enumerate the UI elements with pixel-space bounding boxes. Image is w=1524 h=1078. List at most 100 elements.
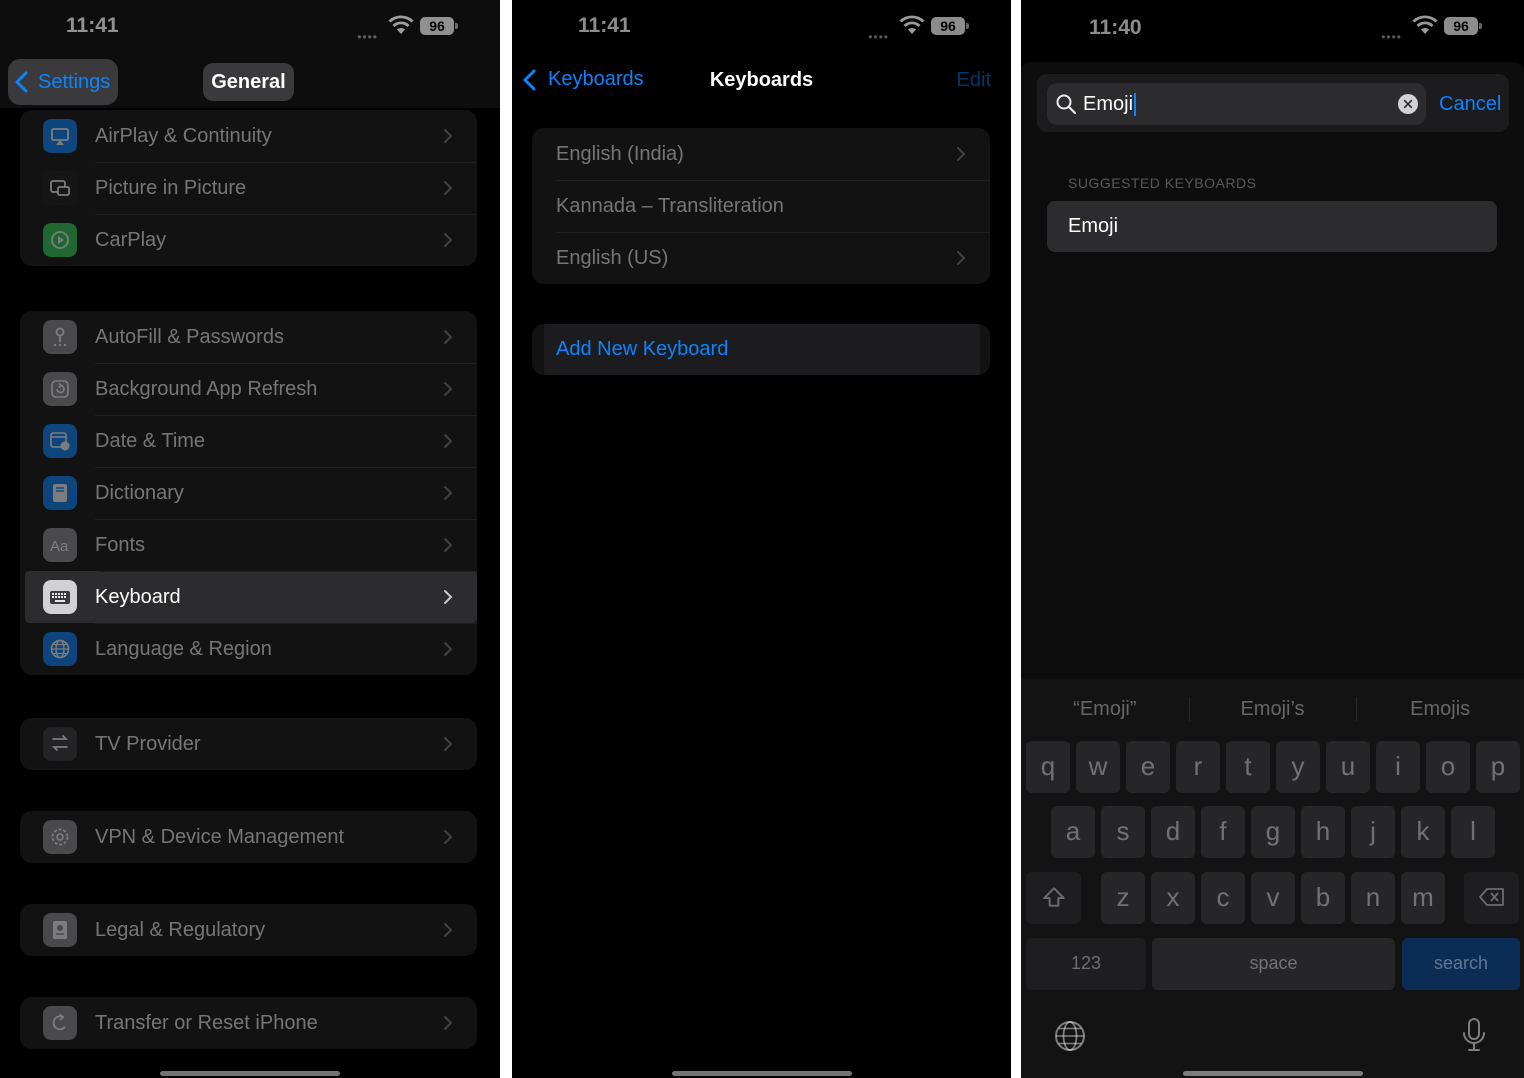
settings-row-background-app-refresh[interactable]: Background App Refresh [20, 363, 477, 415]
settings-row-vpn-and-device-management[interactable]: VPN & Device Management [20, 811, 477, 863]
calendar-icon [43, 424, 77, 458]
settings-row-legal-and-regulatory[interactable]: Legal & Regulatory [20, 904, 477, 956]
settings-row-dictionary[interactable]: Dictionary [20, 467, 477, 519]
space-key[interactable]: space [1152, 938, 1395, 990]
settings-row-language-and-region[interactable]: Language & Region [20, 623, 477, 675]
settings-row-label: Dictionary [95, 481, 184, 504]
general-settings-screen: 11:41 •••• 96 Settings General AirPlay &… [0, 0, 500, 1078]
key-o[interactable]: o [1426, 741, 1470, 793]
key-q[interactable]: q [1026, 741, 1070, 793]
key-s[interactable]: s [1101, 806, 1145, 858]
cancel-button[interactable]: Cancel [1439, 93, 1501, 116]
chevron-right-icon [444, 233, 453, 247]
settings-group: AutoFill & Passwords Background App Refre… [20, 311, 477, 675]
legal-icon [43, 913, 77, 947]
numbers-key[interactable]: 123 [1026, 938, 1146, 990]
battery-icon: 96 [420, 17, 458, 35]
key-f[interactable]: f [1201, 806, 1245, 858]
chevron-right-icon [444, 129, 453, 143]
delete-key[interactable] [1464, 872, 1519, 924]
add-keyboard-search-screen: 11:40 •••• 96 Emoji Cancel SUGGESTED KEY… [1021, 0, 1524, 1078]
add-new-keyboard-button[interactable]: Add New Keyboard [544, 324, 980, 375]
key-b[interactable]: b [1301, 872, 1345, 924]
status-time: 11:41 [578, 14, 631, 37]
settings-row-carplay[interactable]: CarPlay [20, 214, 477, 266]
chevron-right-icon [957, 147, 966, 161]
settings-row-tv-provider[interactable]: TV Provider [20, 718, 477, 770]
settings-row-transfer-or-reset-iphone[interactable]: Transfer or Reset iPhone [20, 997, 477, 1049]
settings-row-keyboard[interactable]: Keyboard [25, 571, 477, 623]
keyboard-row[interactable]: English (India) [532, 128, 990, 180]
chevron-right-icon [444, 642, 453, 656]
chevron-right-icon [444, 1016, 453, 1030]
suggested-keyboard-emoji[interactable]: Emoji [1047, 201, 1497, 252]
key-n[interactable]: n [1351, 872, 1395, 924]
key-h[interactable]: h [1301, 806, 1345, 858]
settings-group: AirPlay & Continuity Picture in Picture Ca… [20, 110, 477, 266]
chevron-right-icon [444, 434, 453, 448]
search-key[interactable]: search [1402, 938, 1520, 990]
keyboard-row[interactable]: English (US) [532, 232, 990, 284]
key-c[interactable]: c [1201, 872, 1245, 924]
microphone-icon[interactable] [1461, 1017, 1487, 1058]
keyboard-row-label: Kannada – Transliteration [556, 195, 784, 217]
keyboards-screen: 11:41 •••• 96 Keyboards Keyboards Edit E… [512, 0, 1011, 1078]
keyboard-row-label: English (US) [556, 247, 669, 269]
key-e[interactable]: e [1126, 741, 1170, 793]
carplay-icon [43, 223, 77, 257]
chevron-right-icon [444, 330, 453, 344]
status-time: 11:41 [66, 14, 119, 37]
key-x[interactable]: x [1151, 872, 1195, 924]
key-w[interactable]: w [1076, 741, 1120, 793]
settings-row-picture-in-picture[interactable]: Picture in Picture [20, 162, 477, 214]
status-bar: 11:41 •••• 96 [0, 12, 500, 44]
key-a[interactable]: a [1051, 806, 1095, 858]
key-l[interactable]: l [1451, 806, 1495, 858]
key-r[interactable]: r [1176, 741, 1220, 793]
prediction-suggestion[interactable]: Emojis [1356, 691, 1524, 727]
settings-row-airplay-and-continuity[interactable]: AirPlay & Continuity [20, 110, 477, 162]
key-z[interactable]: z [1101, 872, 1145, 924]
search-input[interactable]: Emoji [1047, 83, 1426, 125]
status-time: 11:40 [1089, 16, 1142, 39]
settings-row-autofill-and-passwords[interactable]: AutoFill & Passwords [20, 311, 477, 363]
section-header: SUGGESTED KEYBOARDS [1068, 175, 1257, 191]
key-m[interactable]: m [1401, 872, 1445, 924]
clear-search-icon[interactable] [1398, 94, 1418, 114]
gear-icon [43, 820, 77, 854]
settings-back-button[interactable]: Settings [8, 59, 118, 105]
settings-row-fonts[interactable]: Aa Fonts [20, 519, 477, 571]
settings-row-label: Language & Region [95, 637, 272, 660]
key-j[interactable]: j [1351, 806, 1395, 858]
chevron-right-icon [444, 486, 453, 500]
key-i[interactable]: i [1376, 741, 1420, 793]
globe-icon[interactable] [1053, 1019, 1087, 1058]
home-indicator [160, 1071, 340, 1076]
wifi-icon [899, 15, 925, 34]
settings-group: TV Provider [20, 718, 477, 770]
key-p[interactable]: p [1476, 741, 1520, 793]
refresh-icon [43, 372, 77, 406]
settings-row-label: Legal & Regulatory [95, 918, 266, 941]
key-k[interactable]: k [1401, 806, 1445, 858]
key-g[interactable]: g [1251, 806, 1295, 858]
key-t[interactable]: t [1226, 741, 1270, 793]
prediction-suggestion[interactable]: “Emoji” [1021, 691, 1189, 727]
settings-row-label: Transfer or Reset iPhone [95, 1011, 318, 1034]
chevron-right-icon [444, 382, 453, 396]
settings-row-label: AutoFill & Passwords [95, 325, 284, 348]
chevron-right-icon [444, 590, 453, 604]
fonts-icon: Aa [43, 528, 77, 562]
settings-row-date-and-time[interactable]: Date & Time [20, 415, 477, 467]
key-d[interactable]: d [1151, 806, 1195, 858]
prediction-suggestion[interactable]: Emoji’s [1188, 691, 1357, 727]
edit-button[interactable]: Edit [957, 69, 991, 92]
cellular-signal-icon: •••• [1381, 30, 1402, 44]
shift-key[interactable] [1026, 872, 1081, 924]
cellular-signal-icon: •••• [868, 30, 889, 44]
key-v[interactable]: v [1251, 872, 1295, 924]
svg-text:Aa: Aa [50, 538, 69, 555]
key-u[interactable]: u [1326, 741, 1370, 793]
key-y[interactable]: y [1276, 741, 1320, 793]
keyboard-row[interactable]: Kannada – Transliteration [532, 180, 990, 232]
